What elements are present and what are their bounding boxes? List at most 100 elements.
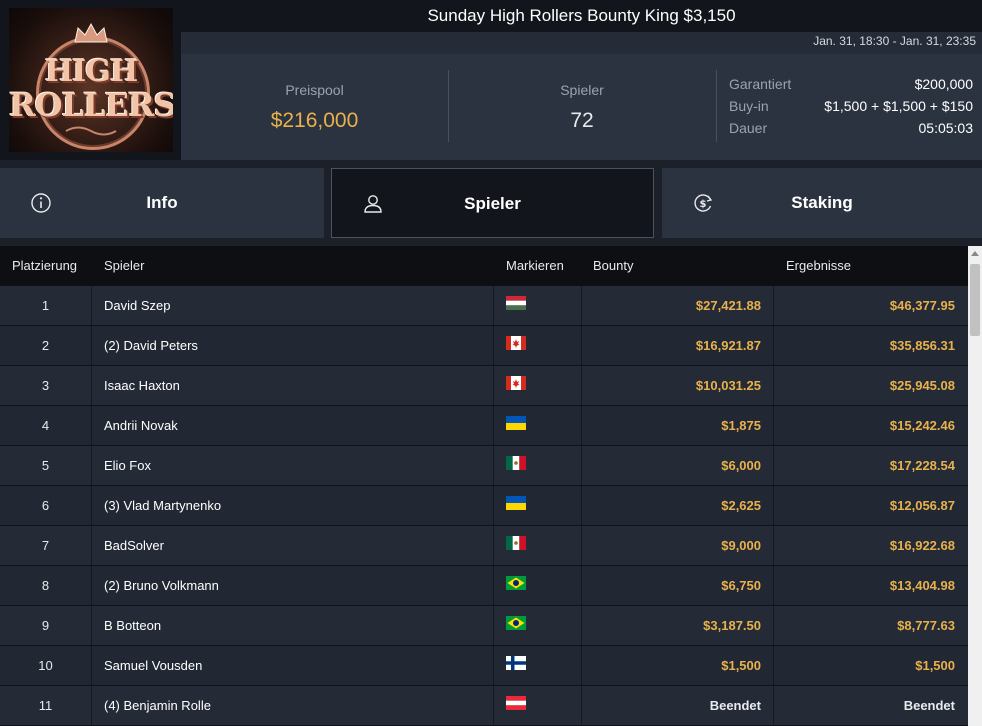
table-row[interactable]: 3 Isaac Haxton $10,031.25 $25,945.08 xyxy=(0,366,968,406)
header-rank: Platzierung xyxy=(12,258,78,273)
bounty-cell: $6,750 xyxy=(721,578,761,593)
ukraine-flag-icon xyxy=(506,496,526,510)
canada-flag-icon xyxy=(506,336,526,350)
result-cell: $16,922.68 xyxy=(889,538,955,553)
buyin-row: Buy-in $1,500 + $1,500 + $150 xyxy=(729,98,973,120)
players-value: 72 xyxy=(570,109,594,132)
bounty-cell: $9,000 xyxy=(721,538,761,553)
result-cell: $25,945.08 xyxy=(889,378,955,393)
tournament-logo: HIGH ROLLERS xyxy=(0,0,181,160)
rank-cell: 10 xyxy=(0,646,92,685)
bounty-cell: Beendet xyxy=(709,698,761,713)
tab-info[interactable]: Info xyxy=(0,168,324,238)
flag-cell xyxy=(493,606,582,645)
result-cell: $12,056.87 xyxy=(889,498,955,513)
table-row[interactable]: 11 (4) Benjamin Rolle Beendet Beendet xyxy=(0,686,968,726)
prize-pool-stat: Preispool $216,000 xyxy=(181,54,448,160)
result-cell: $17,228.54 xyxy=(889,458,955,473)
tournament-details: Garantiert $200,000 Buy-in $1,500 + $1,5… xyxy=(729,76,973,142)
duration-value: 05:05:03 xyxy=(918,120,974,136)
result-cell: $46,377.95 xyxy=(889,298,955,313)
bounty-cell: $1,875 xyxy=(721,418,761,433)
bounty-cell: $1,500 xyxy=(721,658,761,673)
rank-cell: 5 xyxy=(0,446,92,485)
player-name-cell[interactable]: Andrii Novak xyxy=(104,406,178,445)
crown-icon xyxy=(74,22,108,43)
stat-divider xyxy=(716,70,717,142)
duration-label: Dauer xyxy=(729,120,768,136)
players-table: Platzierung Spieler Markieren Bounty Erg… xyxy=(0,246,982,726)
flag-cell xyxy=(493,326,582,365)
header-flag: Markieren xyxy=(506,258,564,273)
flag-cell xyxy=(493,486,582,525)
player-name-cell[interactable]: (2) Bruno Volkmann xyxy=(104,566,219,605)
logo-swirl-ornament xyxy=(65,126,117,136)
high-rollers-logo-image: HIGH ROLLERS xyxy=(9,8,173,152)
finland-flag-icon xyxy=(506,656,526,670)
flag-cell xyxy=(493,646,582,685)
buyin-value: $1,500 + $1,500 + $150 xyxy=(824,98,973,114)
bounty-cell: $3,187.50 xyxy=(703,618,761,633)
bounty-cell: $27,421.88 xyxy=(695,298,761,313)
table-row[interactable]: 1 David Szep $27,421.88 $46,377.95 xyxy=(0,286,968,326)
rank-cell: 6 xyxy=(0,486,92,525)
rank-cell: 11 xyxy=(0,686,92,725)
brazil-flag-icon xyxy=(506,576,526,590)
table-row[interactable]: 9 B Botteon $3,187.50 $8,777.63 xyxy=(0,606,968,646)
buyin-label: Buy-in xyxy=(729,98,769,114)
tournament-dates: Jan. 31, 18:30 - Jan. 31, 23:35 xyxy=(813,34,976,48)
rank-cell: 2 xyxy=(0,326,92,365)
table-scrollbar[interactable] xyxy=(968,246,982,726)
tab-spieler-label: Spieler xyxy=(464,194,521,213)
table-row[interactable]: 6 (3) Vlad Martynenko $2,625 $12,056.87 xyxy=(0,486,968,526)
player-name-cell[interactable]: B Botteon xyxy=(104,606,161,645)
flag-cell xyxy=(493,286,582,325)
tab-spieler[interactable]: Spieler xyxy=(331,168,654,238)
mexico-flag-icon xyxy=(506,536,526,550)
player-name-cell[interactable]: (2) David Peters xyxy=(104,326,198,365)
canada-flag-icon xyxy=(506,376,526,390)
tab-staking[interactable]: $ Staking xyxy=(662,168,982,238)
rank-cell: 1 xyxy=(0,286,92,325)
result-cell: $15,242.46 xyxy=(889,418,955,433)
bounty-cell: $10,031.25 xyxy=(695,378,761,393)
tournament-title: Sunday High Rollers Bounty King $3,150 xyxy=(181,0,982,32)
result-cell: $13,404.98 xyxy=(889,578,955,593)
flag-cell xyxy=(493,686,582,725)
flag-cell xyxy=(493,406,582,445)
table-header: Platzierung Spieler Markieren Bounty Erg… xyxy=(0,246,968,286)
table-row[interactable]: 7 BadSolver $9,000 $16,922.68 xyxy=(0,526,968,566)
result-cell: Beendet xyxy=(903,698,955,713)
tournament-stats: Preispool $216,000 Spieler 72 Garantiert… xyxy=(181,54,982,160)
tournament-header: HIGH ROLLERS Sunday High Rollers Bounty … xyxy=(0,0,982,160)
table-row[interactable]: 2 (2) David Peters $16,921.87 $35,856.31 xyxy=(0,326,968,366)
table-body: 1 David Szep $27,421.88 $46,377.95 2 (2) Davi… xyxy=(0,286,968,726)
tab-info-label: Info xyxy=(146,193,178,212)
players-stat: Spieler 72 xyxy=(449,54,715,160)
logo-text-line1: HIGH xyxy=(44,54,138,89)
table-row[interactable]: 5 Elio Fox $6,000 $17,228.54 xyxy=(0,446,968,486)
table-row[interactable]: 10 Samuel Vousden $1,500 $1,500 xyxy=(0,646,968,686)
player-name-cell[interactable]: David Szep xyxy=(104,286,170,325)
rank-cell: 7 xyxy=(0,526,92,565)
player-name-cell[interactable]: Elio Fox xyxy=(104,446,151,485)
table-row[interactable]: 8 (2) Bruno Volkmann $6,750 $13,404.98 xyxy=(0,566,968,606)
brazil-flag-icon xyxy=(506,616,526,630)
prize-pool-label: Preispool xyxy=(285,82,344,98)
table-row[interactable]: 4 Andrii Novak $1,875 $15,242.46 xyxy=(0,406,968,446)
player-name-cell[interactable]: Isaac Haxton xyxy=(104,366,180,405)
player-name-cell[interactable]: (4) Benjamin Rolle xyxy=(104,686,211,725)
player-name-cell[interactable]: BadSolver xyxy=(104,526,164,565)
austria-flag-icon xyxy=(506,696,526,710)
logo-text-line2: ROLLERS xyxy=(9,86,173,124)
player-name-cell[interactable]: Samuel Vousden xyxy=(104,646,202,685)
rank-cell: 4 xyxy=(0,406,92,445)
player-name-cell[interactable]: (3) Vlad Martynenko xyxy=(104,486,221,525)
scroll-up-arrow-icon[interactable] xyxy=(971,251,979,256)
guaranteed-row: Garantiert $200,000 xyxy=(729,76,973,98)
scrollbar-thumb[interactable] xyxy=(970,264,980,336)
guaranteed-value: $200,000 xyxy=(914,76,973,92)
duration-row: Dauer 05:05:03 xyxy=(729,120,973,142)
flag-cell xyxy=(493,566,582,605)
flag-cell xyxy=(493,446,582,485)
